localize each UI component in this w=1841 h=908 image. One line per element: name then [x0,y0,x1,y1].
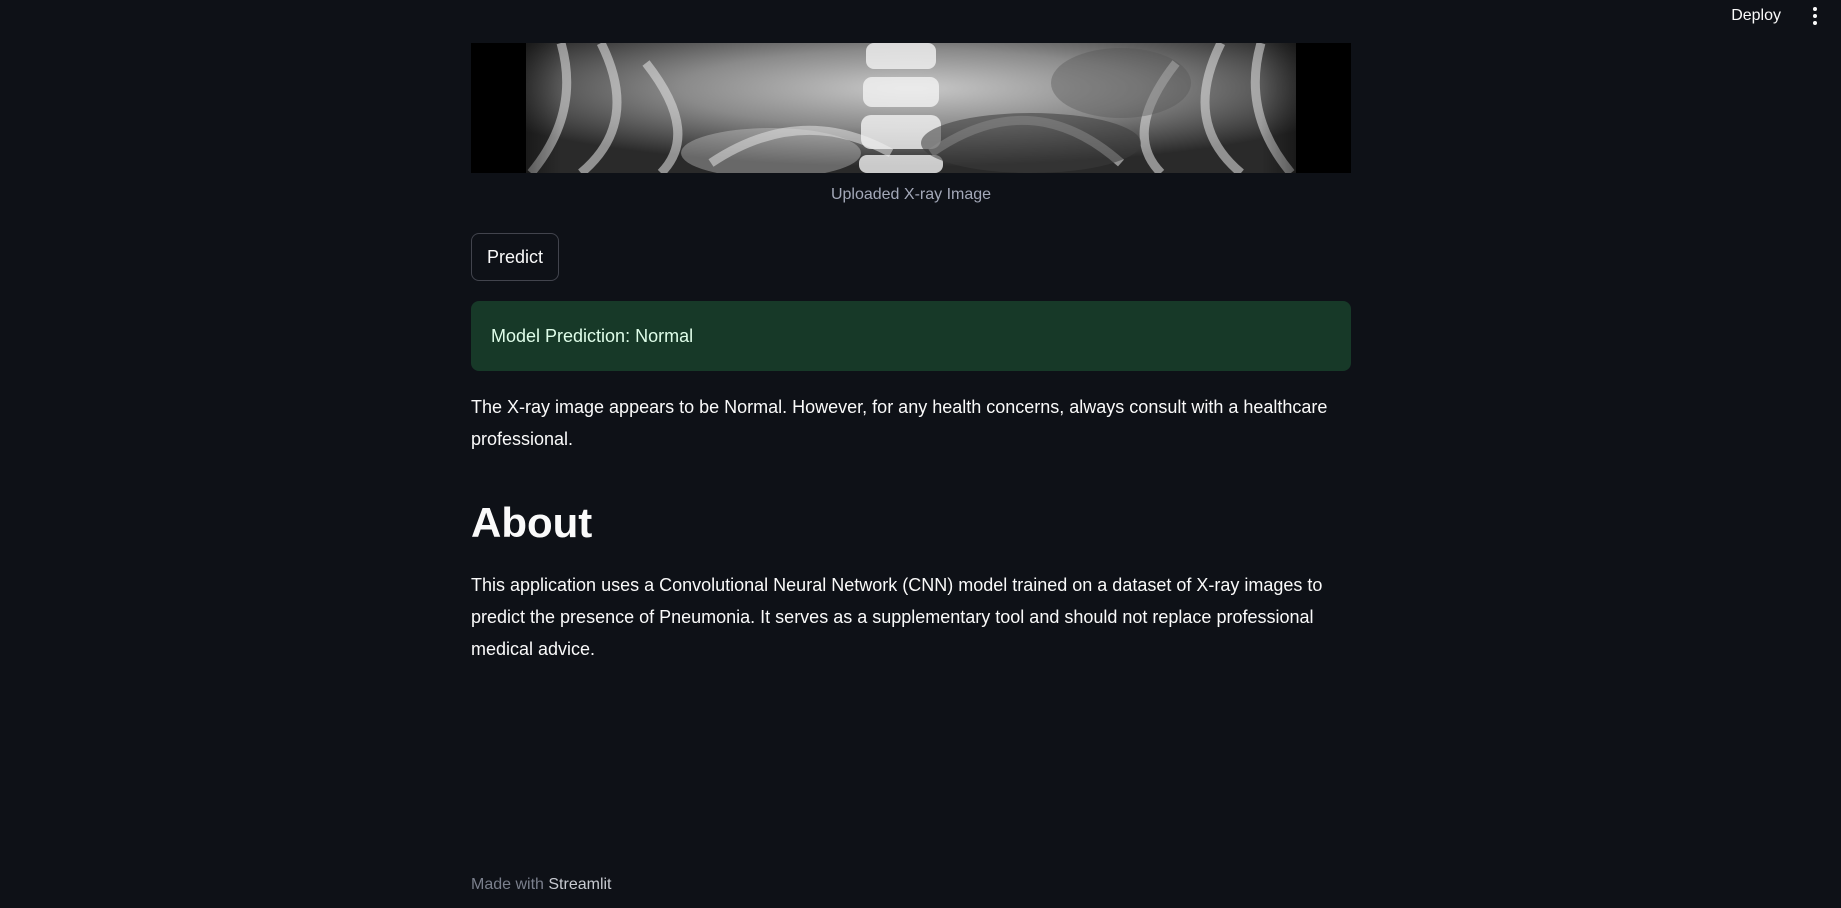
prediction-text: Model Prediction: Normal [491,325,694,346]
vertical-ellipsis-icon[interactable] [1811,7,1819,25]
about-description: This application uses a Convolutional Ne… [471,575,1323,659]
predict-button[interactable]: Predict [471,233,560,281]
streamlit-link[interactable]: Streamlit [548,876,611,893]
image-caption: Uploaded X-ray Image [830,186,992,203]
deploy-button[interactable]: Deploy [1731,7,1781,25]
about-heading: About [471,499,593,546]
footer: Made with Streamlit [471,876,612,894]
xray-image [471,43,1351,173]
footer-prefix: Made with [471,876,544,893]
result-description: The X-ray image appears to be Normal. Ho… [471,397,1328,449]
top-toolbar: Deploy [1731,0,1841,32]
prediction-success-alert: Model Prediction: Normal [471,301,1351,371]
